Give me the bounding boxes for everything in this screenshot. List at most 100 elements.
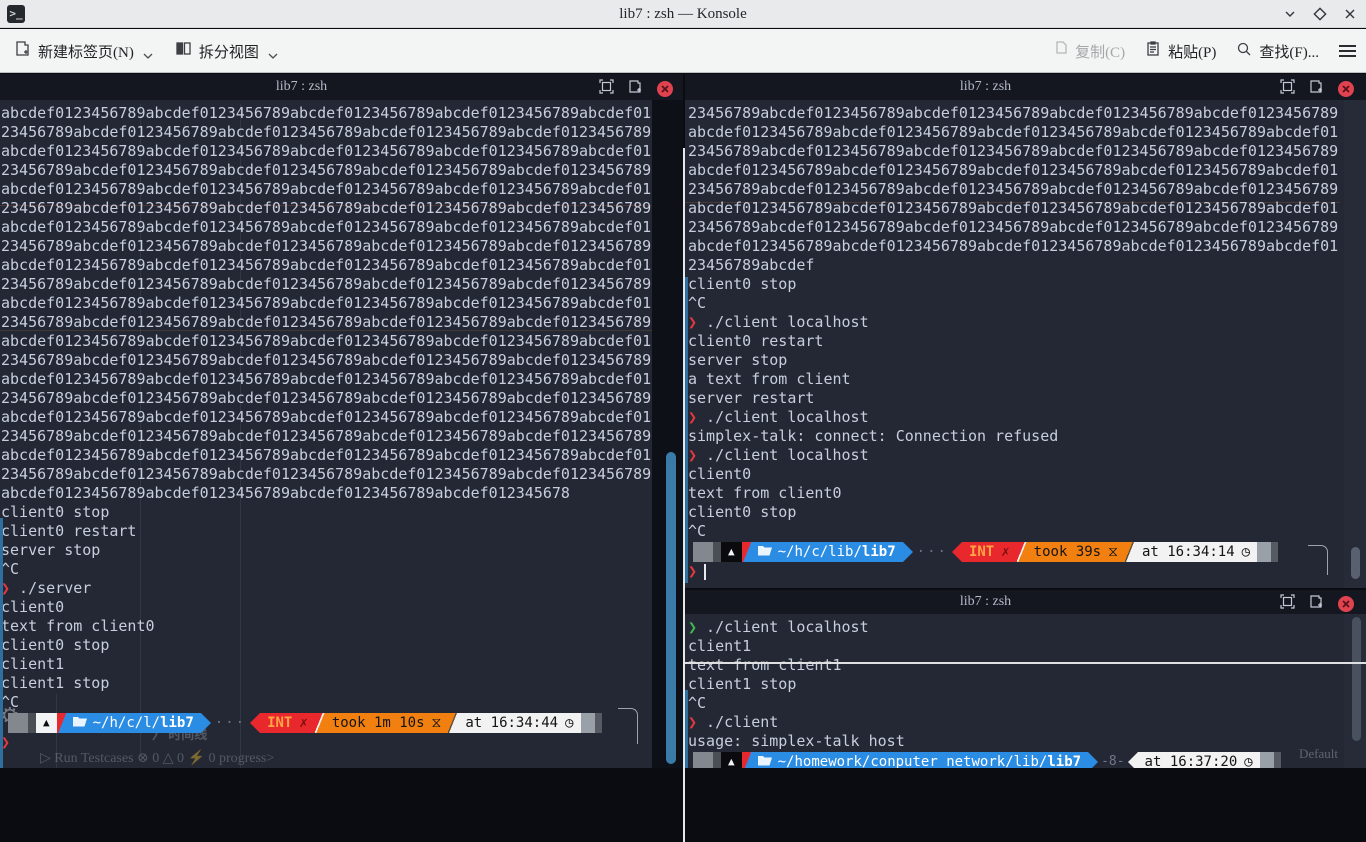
prompt-end-block (1260, 752, 1274, 768)
paste-button[interactable]: 粘贴(P) (1145, 41, 1216, 62)
split-view-button[interactable]: 拆分视图 (175, 38, 278, 65)
copy-icon (1052, 41, 1068, 62)
hourglass-icon: ⧖ (432, 713, 442, 733)
terminal-line: client1 stop (688, 675, 1343, 694)
terminal-line: abcdef0123456789abcdef0123456789abcdef01… (688, 199, 1343, 218)
find-button[interactable]: 查找(F)... (1236, 41, 1319, 62)
terminal-line: text from client1 (688, 656, 1343, 675)
prompt-end-block (1257, 542, 1271, 562)
terminal-line: client0 (1, 598, 653, 617)
prompt-char: ❯ (688, 713, 697, 731)
terminal-line: 23456789abcdef0123456789abcdef0123456789… (1, 123, 653, 142)
split-view-icon (175, 40, 192, 62)
segment-separator (1017, 542, 1027, 562)
bleed-bracket (1308, 545, 1328, 575)
powerline-prompt: ▲~/homework/conputer_network/lib/lib7-8-… (693, 752, 1281, 768)
scrollbar-track[interactable] (1344, 100, 1366, 588)
new-tab-button[interactable]: 新建标签页(N) (14, 38, 153, 65)
close-button[interactable] (1342, 6, 1358, 22)
terminal-line: client0 stop (1, 636, 653, 655)
terminal-line: abcdef0123456789abcdef0123456789abcdef01… (1, 370, 653, 389)
close-pane-icon[interactable] (1338, 596, 1354, 612)
terminal-line: ^C (1, 693, 653, 712)
expand-pane-icon[interactable] (1280, 79, 1295, 99)
terminal-line: abcdef0123456789abcdef0123456789abcdef01… (1, 180, 653, 199)
terminal-line: 23456789abcdef0123456789abcdef0123456789… (688, 104, 1343, 123)
prompt-start-block (713, 542, 721, 562)
new-tab-pane-icon[interactable] (1309, 79, 1324, 99)
new-tab-dropdown-icon[interactable] (143, 48, 153, 65)
terminal-line: 23456789abcdef0123456789abcdef0123456789… (1, 427, 653, 446)
terminal-output[interactable]: abcdef0123456789abcdef0123456789abcdef01… (1, 104, 653, 712)
toolbar: 新建标签页(N) 拆分视图 复制(C) (0, 29, 1366, 73)
left-pane-scrollbar[interactable] (666, 452, 676, 764)
terminal-line: ^C (688, 294, 1343, 313)
terminal-line: ^C (688, 694, 1343, 713)
terminal-area: 〉 时间线 ▷ Run Testcases ⊗ 0 △ 0 ⚡ 0 progre… (0, 74, 1366, 768)
terminal-line: 23456789abcdef0123456789abcdef0123456789… (688, 180, 1343, 199)
terminal-line: text from client0 (688, 484, 1343, 503)
pane-header[interactable]: lib7 : zsh (685, 590, 1366, 614)
terminal-output[interactable]: ❯ ./client localhostclient1text from cli… (688, 618, 1343, 751)
time-segment: at 16:37:20◷ (1138, 752, 1260, 768)
close-pane-icon[interactable] (1338, 81, 1354, 97)
terminal-line: abcdef0123456789abcdef0123456789abcdef01… (688, 123, 1343, 142)
terminal-line: server stop (688, 351, 1343, 370)
maximize-button[interactable] (1312, 6, 1328, 22)
terminal-pane-right-top[interactable]: lib7 : zsh 23456789abcdef0123456789abcde… (685, 74, 1366, 588)
menu-button[interactable] (1339, 45, 1356, 58)
right-top-scrollbar[interactable] (1351, 547, 1360, 579)
pane-splitter-horizontal[interactable] (685, 662, 1366, 664)
bleed-bracket (618, 708, 638, 744)
terminal-line: usage: simplex-talk host (688, 732, 1343, 751)
segment-separator (1125, 542, 1135, 562)
terminal-output[interactable]: 23456789abcdef0123456789abcdef0123456789… (688, 104, 1343, 541)
copy-button[interactable]: 复制(C) (1052, 41, 1125, 62)
terminal-line: ❯ ./server (1, 579, 653, 598)
shell-input-line[interactable]: ❯ (688, 562, 706, 581)
error-x-icon: ✗ (1001, 542, 1009, 562)
text-cursor (704, 564, 706, 580)
pane-header[interactable]: lib7 : zsh (0, 74, 683, 100)
prompt-char: ❯ (688, 562, 697, 580)
terminal-line: abcdef0123456789abcdef0123456789abcdef01… (1, 332, 653, 351)
terminal-pane-right-bottom[interactable]: lib7 : zsh ❯ ./client localhostclient1te… (685, 590, 1366, 768)
find-label: 查找(F)... (1259, 41, 1319, 62)
cwd-segment: ~/h/c/lib/lib7 (751, 542, 903, 562)
prompt-dots: ··· (211, 713, 250, 733)
pane-title: lib7 : zsh (685, 74, 1286, 100)
window-titlebar[interactable]: >_ lib7 : zsh — Konsole (0, 0, 1366, 28)
prompt-start-block (8, 713, 28, 733)
terminal-line: ^C (1, 560, 653, 579)
paste-icon (1145, 41, 1161, 62)
pane-splitter-vertical[interactable] (683, 148, 685, 842)
terminal-line: abcdef0123456789abcdef0123456789abcdef01… (1, 256, 653, 275)
prompt-dots: ··· (913, 542, 952, 562)
expand-pane-icon[interactable] (599, 79, 614, 99)
segment-separator (315, 713, 325, 733)
pane-title: lib7 : zsh (685, 590, 1286, 614)
terminal-line: client0 stop (688, 503, 1343, 522)
terminal-line: ❯ ./client localhost (688, 618, 1343, 637)
powerline-prompt: ▲~/h/c/lib/lib7···INT✗took 39s⧖at 16:34:… (693, 542, 1278, 562)
minimize-button[interactable] (1282, 6, 1298, 22)
close-pane-icon[interactable] (657, 81, 673, 97)
split-view-dropdown-icon[interactable] (268, 48, 278, 65)
new-tab-pane-icon[interactable] (628, 79, 643, 99)
expand-pane-icon[interactable] (1280, 594, 1295, 614)
terminal-line: 23456789abcdef0123456789abcdef0123456789… (1, 351, 653, 370)
terminal-pane-left[interactable]: 〉 时间线 ▷ Run Testcases ⊗ 0 △ 0 ⚡ 0 progre… (0, 74, 683, 768)
terminal-line: ❯ ./client localhost (688, 446, 1343, 465)
prompt-start-block (28, 713, 36, 733)
right-bottom-scrollbar[interactable] (1352, 617, 1361, 741)
terminal-line: client0 (688, 465, 1343, 484)
segment-arrow (1088, 752, 1098, 768)
terminal-line: abcdef0123456789abcdef0123456789abcdef01… (688, 161, 1343, 180)
new-tab-pane-icon[interactable] (1309, 594, 1324, 614)
copy-label: 复制(C) (1075, 41, 1125, 62)
split-view-label: 拆分视图 (199, 41, 259, 62)
pane-header[interactable]: lib7 : zsh (685, 74, 1366, 100)
terminal-line: 23456789abcdef0123456789abcdef0123456789… (1, 389, 653, 408)
prompt-char: ❯ (688, 446, 697, 464)
terminal-line: client1 (688, 637, 1343, 656)
